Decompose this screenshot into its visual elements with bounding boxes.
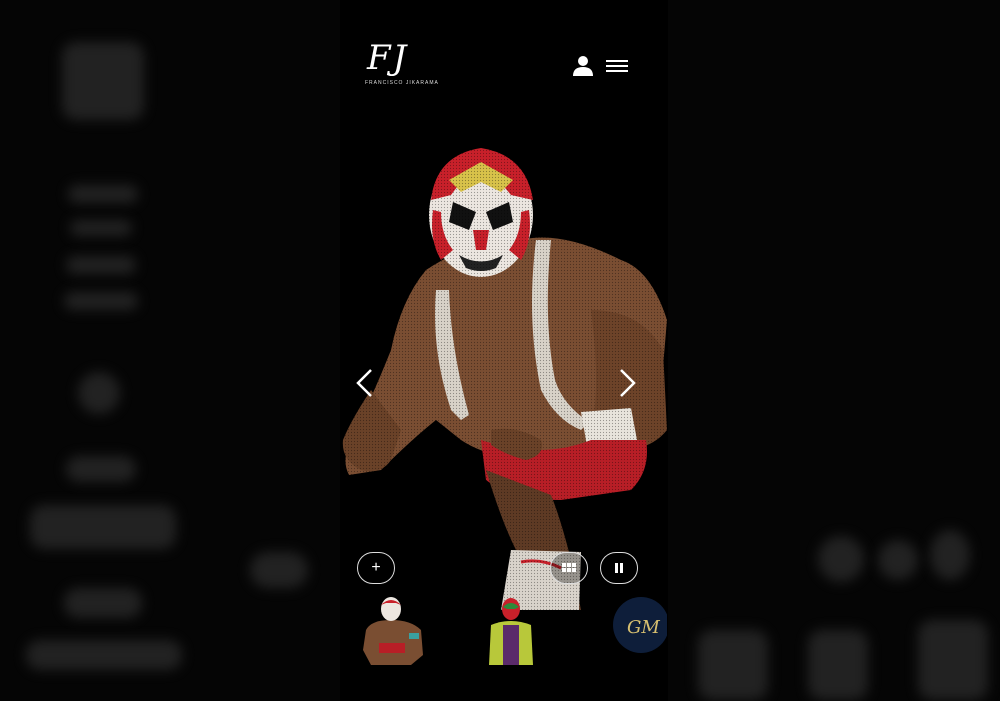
thumb-logo-badge[interactable]: GM — [609, 595, 667, 665]
thumb-wrestler-green-mask[interactable] — [481, 595, 541, 665]
user-icon[interactable] — [572, 55, 594, 77]
chevron-left-icon[interactable] — [353, 368, 377, 398]
thumbnail-strip: GM — [341, 595, 667, 665]
plus-icon: + — [371, 559, 381, 576]
logo-mark: FJ — [367, 38, 409, 78]
logo-subtitle: FRANCISCO JIKARAMA — [365, 80, 439, 86]
backdrop-right-panel — [668, 0, 1000, 701]
chevron-right-icon[interactable] — [615, 368, 639, 398]
mobile-viewport: FJ FRANCISCO JIKARAMA + GM — [341, 0, 667, 665]
svg-text:GM: GM — [627, 617, 660, 638]
thumb-wrestler-red-mask[interactable] — [351, 595, 431, 665]
hamburger-menu-icon[interactable] — [606, 60, 628, 74]
add-button[interactable]: + — [357, 552, 395, 584]
backdrop-left-panel — [0, 0, 340, 701]
pause-icon — [615, 563, 623, 573]
pause-button[interactable] — [600, 552, 638, 584]
grid-view-button[interactable] — [550, 552, 588, 584]
grid-icon — [562, 563, 576, 572]
brand-logo[interactable]: FJ FRANCISCO JIKARAMA — [365, 38, 438, 90]
